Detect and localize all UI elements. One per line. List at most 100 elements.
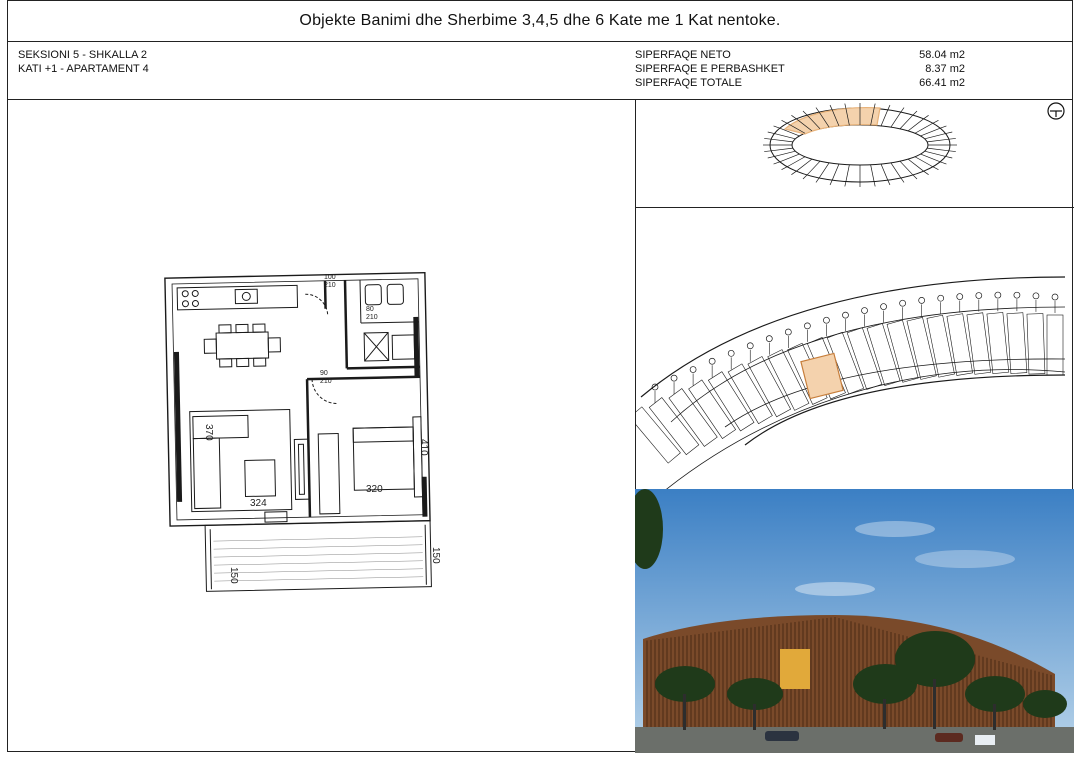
ring-tick xyxy=(781,120,788,124)
grid-marker-circle xyxy=(746,342,754,350)
area-value: 58.04 m2 xyxy=(919,49,965,61)
bed xyxy=(352,426,415,491)
door-tag-top: 80 xyxy=(366,306,374,313)
ring-rib xyxy=(771,138,793,143)
sofa-back xyxy=(192,414,249,440)
unit-info: SEKSIONI 5 - SHKALLA 2 KATI +1 - APARTAM… xyxy=(18,48,149,76)
ring-tick xyxy=(764,150,772,152)
ring-tick xyxy=(923,115,929,120)
ring-tick xyxy=(923,170,929,175)
highlighted-apartment xyxy=(800,352,844,400)
area-value: 66.41 m2 xyxy=(919,77,965,89)
grid-marker-circle xyxy=(765,335,773,343)
ring-rib xyxy=(927,138,949,143)
bed-pillows xyxy=(352,426,414,443)
site-plan-panel xyxy=(635,207,1074,490)
drawing-sheet: Objekte Banimi dhe Sherbime 3,4,5 dhe 6 … xyxy=(7,0,1074,753)
window-left xyxy=(173,351,183,502)
site-plan-drawing xyxy=(635,276,1066,489)
chair xyxy=(267,337,281,353)
unit-block xyxy=(635,406,681,464)
chair xyxy=(252,323,266,333)
chair xyxy=(253,357,267,367)
ring-tick xyxy=(912,110,918,116)
key-plan-panel xyxy=(635,99,1074,208)
ring-rib xyxy=(870,164,875,182)
grid-marker-circle xyxy=(708,357,716,365)
car xyxy=(935,733,963,742)
area-value: 8.37 m2 xyxy=(925,63,965,75)
grid-marker-circle xyxy=(956,293,964,300)
ring-rib xyxy=(890,162,902,179)
toilet xyxy=(364,284,382,306)
hob-burner xyxy=(181,290,189,298)
building-outer-edge xyxy=(640,276,1066,398)
unit-block xyxy=(707,371,755,432)
door-tag-top: 100 xyxy=(324,274,336,281)
building-courtyard-edge xyxy=(744,374,1066,446)
dim-bedroom-width: 320 xyxy=(366,484,383,495)
ring-tick xyxy=(829,104,833,110)
ring-tick xyxy=(773,125,780,129)
floor-apartment-label: KATI +1 - APARTAMENT 4 xyxy=(18,63,149,75)
grid-marker-circle xyxy=(804,322,811,330)
area-row-net: SIPERFAQE NETO 58.04 m2 xyxy=(635,48,965,62)
wall-bath-bottom xyxy=(346,365,420,370)
chair xyxy=(236,357,250,368)
grid-marker-circle xyxy=(689,366,697,373)
door-tag-top: 90 xyxy=(320,370,328,377)
ring-rib xyxy=(924,133,946,140)
ring-tick xyxy=(948,138,956,140)
wall-wc xyxy=(359,280,362,324)
unit-block xyxy=(886,319,919,383)
ring-rib xyxy=(806,160,821,176)
cloud xyxy=(915,550,1015,568)
ring-tick xyxy=(945,131,953,134)
grid-marker-circle xyxy=(994,291,1002,299)
ring-rib xyxy=(774,150,796,157)
info-block: SEKSIONI 5 - SHKALLA 2 KATI +1 - APARTAM… xyxy=(8,41,1072,100)
tv xyxy=(297,443,305,495)
ring-rib xyxy=(787,156,806,168)
ring-tick xyxy=(781,166,788,170)
ring-tick xyxy=(948,150,956,152)
ring-tick xyxy=(887,104,891,110)
grid-marker-circle xyxy=(937,294,945,302)
main-area: 370 324 320 410 150 150 100 210 80 210 9… xyxy=(8,99,1074,753)
apartment-outline xyxy=(164,271,431,527)
armchair xyxy=(264,511,288,523)
grid-marker-circle xyxy=(784,328,792,336)
bidet xyxy=(386,283,404,305)
washbasin xyxy=(391,334,416,360)
ring-rib xyxy=(779,153,800,163)
grid-marker-circle xyxy=(918,297,926,304)
area-label: SIPERFAQE NETO xyxy=(635,49,731,61)
ring-tick xyxy=(815,177,820,183)
grid-marker-circle xyxy=(975,292,983,299)
floor-plan-panel: 370 324 320 410 150 150 100 210 80 210 9… xyxy=(8,99,636,753)
ring-tick xyxy=(940,125,947,129)
ring-tick xyxy=(912,174,918,180)
dim-living-width: 324 xyxy=(250,498,267,509)
sofa-chaise xyxy=(192,437,222,510)
ring-tick xyxy=(932,166,939,170)
unit-block xyxy=(727,363,773,425)
ring-tick xyxy=(802,110,808,116)
ring-rib xyxy=(818,162,830,179)
ring-tick xyxy=(791,115,797,120)
unit-block xyxy=(1006,312,1028,374)
dim-balcony-right: 150 xyxy=(430,547,441,564)
unit-block xyxy=(648,397,700,456)
wall-bath xyxy=(343,280,349,369)
grid-marker-circle xyxy=(899,299,906,307)
cloud xyxy=(855,521,935,537)
grid-marker-circle xyxy=(823,316,830,324)
grid-marker-circle xyxy=(670,374,678,382)
ring-tick xyxy=(791,170,797,175)
title-block: Objekte Banimi dhe Sherbime 3,4,5 dhe 6 … xyxy=(8,1,1072,42)
pedestrians xyxy=(975,735,995,745)
chair xyxy=(203,338,218,354)
site-arc-outer xyxy=(666,369,1066,489)
wardrobe xyxy=(317,433,341,515)
ring-rib xyxy=(914,156,933,168)
